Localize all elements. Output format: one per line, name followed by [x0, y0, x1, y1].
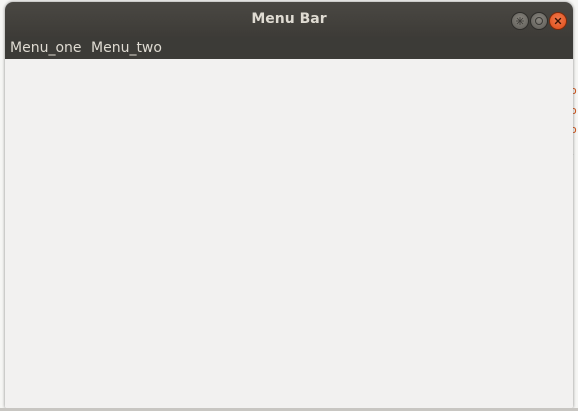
minimize-icon	[516, 17, 524, 25]
app-window: Menu Bar Menu_one Menu_two	[5, 2, 573, 408]
close-button[interactable]	[549, 12, 567, 30]
maximize-button[interactable]	[530, 12, 548, 30]
close-icon	[554, 17, 562, 25]
window-content-area	[5, 59, 573, 408]
maximize-icon	[535, 17, 543, 25]
title-bar[interactable]: Menu Bar	[5, 2, 573, 37]
minimize-button[interactable]	[511, 12, 529, 30]
window-title: Menu Bar	[251, 11, 327, 27]
menu-bar: Menu_one Menu_two	[5, 37, 573, 59]
menu-one[interactable]: Menu_one	[5, 37, 87, 59]
menu-two[interactable]: Menu_two	[86, 37, 167, 59]
